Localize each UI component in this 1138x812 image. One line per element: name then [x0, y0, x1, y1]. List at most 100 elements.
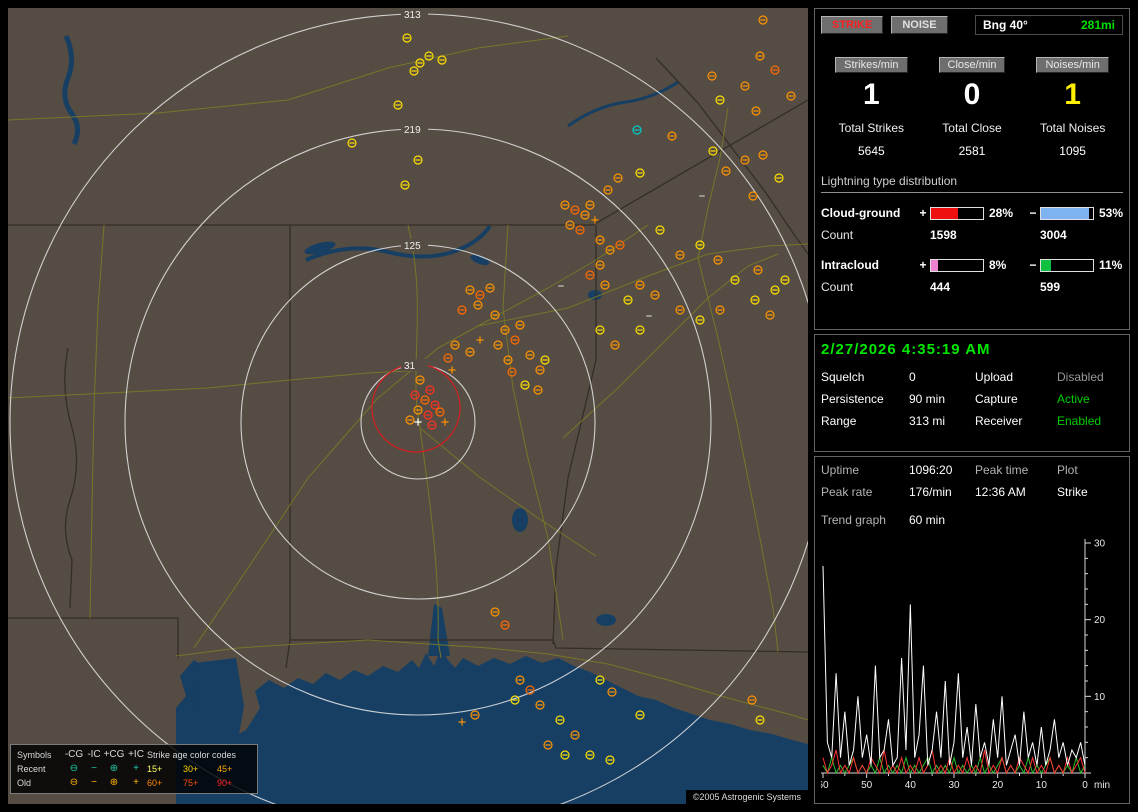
noise-toggle-button[interactable]: NOISE: [891, 16, 948, 34]
ic-negative-count: 599: [1040, 280, 1061, 294]
close-per-min-value: 0: [963, 78, 981, 111]
age-15: 15+: [147, 764, 163, 774]
capture-label: Capture: [975, 392, 1018, 406]
ic-negative-bar-fill: [1041, 259, 1052, 271]
svg-text:31: 31: [404, 361, 416, 372]
bearing-range-value: 281mi: [1080, 18, 1115, 32]
cloud-ground-label: Cloud-ground: [821, 206, 901, 220]
peak-rate-label: Peak rate: [821, 485, 873, 499]
receiver-status: Enabled: [1057, 414, 1102, 428]
lightning-map[interactable]: 313 219 125 31 Symbols -CG -IC +CG +IC Stri…: [8, 8, 808, 804]
status-panel: 2/27/2026 4:35:19 AM Squelch 0 Upload Di…: [814, 334, 1130, 452]
svg-text:219: 219: [404, 125, 421, 136]
legend-row-old: Old: [17, 778, 32, 788]
map-legend: Symbols -CG -IC +CG +IC Strike age color…: [10, 744, 258, 794]
capture-status: Active: [1057, 392, 1090, 406]
svg-text:313: 313: [404, 10, 421, 21]
legend-col-neg-ic: -IC: [87, 749, 101, 760]
intracloud-count-row: Count 444 599: [821, 276, 1123, 298]
trend-panel: Uptime 1096:20 Peak time Plot Peak rate …: [814, 456, 1130, 804]
noises-per-min-value: 1: [1064, 78, 1081, 111]
svg-text:50: 50: [861, 780, 873, 791]
strikes-per-min-chip[interactable]: Strikes/min: [835, 57, 908, 73]
peak-time-label: Peak time: [975, 463, 1029, 477]
total-noises-value: 1095: [1059, 144, 1086, 158]
svg-text:0: 0: [1082, 780, 1088, 791]
datetime-display: 2/27/2026 4:35:19 AM: [821, 341, 991, 358]
bearing-display: Bng 40° 281mi: [975, 15, 1123, 35]
uptime-value: 1096:20: [909, 463, 953, 477]
plus-sign: +: [919, 258, 927, 272]
total-close-label: Total Close: [942, 121, 1002, 135]
svg-text:20: 20: [992, 780, 1004, 791]
peak-time-value: 12:36 AM: [975, 485, 1026, 499]
range-label: Range: [821, 414, 857, 428]
upload-label: Upload: [975, 370, 1014, 384]
minus-sign: −: [1029, 258, 1037, 272]
trend-graph-label: Trend graph: [821, 513, 886, 527]
cg-negative-count: 3004: [1040, 228, 1067, 242]
strikes-per-min-value: 1: [862, 78, 880, 111]
age-60: 60+: [147, 778, 163, 788]
legend-symbols-header: Symbols: [17, 750, 52, 760]
count-label: Count: [821, 280, 854, 294]
range-value: 313 mi: [909, 414, 946, 428]
svg-text:10: 10: [1094, 692, 1106, 703]
cg-negative-pct: 53%: [1099, 206, 1124, 220]
strikes-rate-column: Strikes/min 1 Total Strikes 5645: [821, 57, 922, 158]
ic-positive-pct: 8%: [989, 258, 1007, 272]
lake: [512, 508, 528, 532]
pos-ic-icon: +: [133, 777, 139, 788]
neg-ic-icon: −: [91, 763, 97, 774]
squelch-value: 0: [909, 370, 916, 384]
svg-text:30: 30: [948, 780, 960, 791]
cg-positive-bar: [930, 206, 984, 220]
upload-status: Disabled: [1057, 370, 1104, 384]
squelch-label: Squelch: [821, 370, 865, 384]
legend-row-recent: Recent: [17, 764, 46, 774]
plus-sign: +: [919, 206, 927, 220]
ic-positive-bar: [930, 258, 984, 272]
close-per-min-chip[interactable]: Close/min: [938, 57, 1006, 73]
cg-positive-count: 1598: [930, 228, 957, 242]
peak-rate-value: 176/min: [909, 485, 952, 499]
cg-positive-pct: 28%: [989, 206, 1014, 220]
ic-positive-count: 444: [930, 280, 951, 294]
count-label: Count: [821, 228, 854, 242]
plot-value: Strike: [1057, 485, 1088, 499]
svg-text:30: 30: [1094, 539, 1106, 550]
ic-negative-bar: [1040, 258, 1094, 272]
total-strikes-value: 5645: [857, 144, 885, 158]
minus-sign: −: [1029, 206, 1037, 220]
lake: [596, 614, 616, 626]
legend-age-header: Strike age color codes: [147, 750, 237, 760]
stats-panel: STRIKE NOISE Bng 40° 281mi Strikes/min 1…: [814, 8, 1130, 330]
cg-negative-bar-fill: [1041, 207, 1089, 219]
neg-cg-icon: ⊖: [69, 777, 79, 788]
cloud-ground-count-row: Count 1598 3004: [821, 224, 1123, 246]
svg-text:20: 20: [1094, 615, 1106, 626]
total-noises-label: Total Noises: [1039, 121, 1106, 135]
persistence-value: 90 min: [909, 392, 946, 406]
lightning-type-distribution: Lightning type distribution Cloud-ground…: [821, 174, 1123, 298]
strike-toggle-button[interactable]: STRIKE: [821, 16, 884, 34]
total-strikes-label: Total Strikes: [838, 121, 904, 135]
receiver-label: Receiver: [975, 414, 1023, 428]
svg-text:60: 60: [821, 780, 829, 791]
age-30: 30+: [183, 764, 199, 774]
legend-col-neg-cg: -CG: [64, 749, 84, 760]
intracloud-row: Intracloud + 8% − 11%: [821, 254, 1123, 276]
svg-text:125: 125: [404, 241, 421, 252]
svg-text:min: min: [1094, 780, 1110, 791]
neg-ic-icon: −: [91, 777, 97, 788]
plot-label: Plot: [1057, 463, 1078, 477]
age-90: 90+: [217, 778, 233, 788]
svg-text:10: 10: [1036, 780, 1048, 791]
ic-positive-bar-fill: [931, 259, 939, 271]
uptime-label: Uptime: [821, 463, 860, 477]
ic-negative-pct: 11%: [1099, 258, 1123, 272]
pos-ic-icon: +: [133, 763, 139, 774]
neg-cg-icon: ⊖: [69, 763, 79, 774]
map-canvas[interactable]: 313 219 125 31: [8, 8, 808, 804]
noises-per-min-chip[interactable]: Noises/min: [1036, 57, 1109, 73]
